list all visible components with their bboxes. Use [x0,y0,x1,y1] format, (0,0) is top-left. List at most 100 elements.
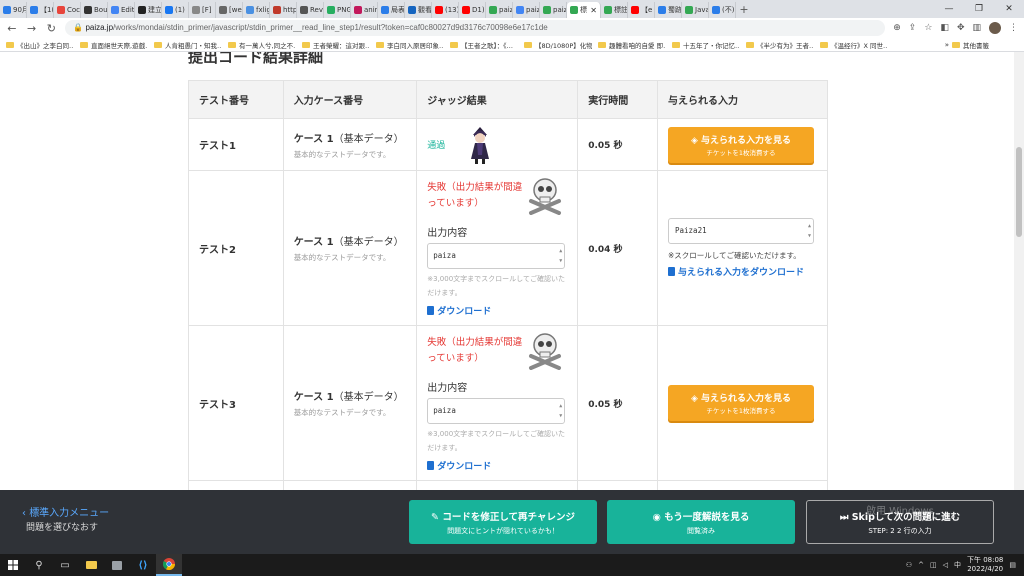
back-icon[interactable]: ← [6,22,18,35]
browser-tab[interactable]: Bou [81,2,108,18]
search-icon[interactable]: ⚲ [26,554,52,576]
scroll-arrows-icon[interactable]: ▲ ▼ [808,221,811,241]
bookmark-item[interactable]: 王者榮耀：這对跟… [302,40,370,50]
chevron-up-icon[interactable]: ^ [918,561,924,569]
notification-icon[interactable]: ▤ [1009,561,1016,569]
browser-tab[interactable]: http [270,2,297,18]
scroll-arrows-icon[interactable]: ▲ ▼ [559,401,562,421]
store-icon[interactable] [104,554,130,576]
bookmark-item[interactable]: 十五年了・你记忆… [672,40,740,50]
zoom-icon[interactable]: ⊕ [893,23,901,33]
bookmark-item[interactable]: 《温经行》X 同世… [820,40,888,50]
browser-tab[interactable]: [we [216,2,243,18]
new-tab-button[interactable]: + [736,2,752,18]
download-output-link[interactable]: ダウンロード [427,304,577,317]
browser-tab[interactable]: (不) [709,2,736,18]
browser-tab[interactable]: 【1( [27,2,54,18]
download-input-link[interactable]: 与えられる入力をダウンロード [668,265,827,278]
bookmark-item[interactable]: 【8D/1080P】化物… [524,40,592,50]
bookmark-item[interactable]: 《半少有为》王者… [746,40,814,50]
stdin-menu-link[interactable]: ‹ 標準入力メニュー [22,504,109,519]
menu-icon[interactable]: ⋮ [1009,23,1018,33]
view-input-button[interactable]: ◈ 与えられる入力を見る チケットを1枚消費する [668,126,814,163]
browser-tab[interactable]: D1) [459,2,486,18]
windows-start-icon[interactable] [0,554,26,576]
table-row: テスト3 ケース 1（基本データ） 基本的なテストデータです。 失敗（出力結果が… [188,325,828,481]
other-bookmarks[interactable]: » 其他書籤 [945,40,1024,50]
tab-close-icon[interactable]: ✕ [590,6,597,15]
browser-tab[interactable]: paiz [513,2,540,18]
bookmark-label: 《温经行》X 同世… [831,41,888,50]
download-label: ダウンロード [437,461,492,472]
browser-tab[interactable]: (13) [432,2,459,18]
bookmark-item[interactable]: 《出山》之李白同… [6,40,74,50]
bookmark-item[interactable]: 有一萬人兮,同之不… [228,40,296,50]
browser-tab[interactable]: 【e [628,2,655,18]
scrollbar-thumb[interactable] [1016,147,1022,237]
star-icon[interactable]: ☆ [924,23,932,33]
close-icon[interactable]: ✕ [994,0,1024,18]
retry-button[interactable]: ✎ コードを修正して再チャレンジ 問題文にヒントが隠れているかも！ [409,500,597,544]
tab-label: D1) [472,6,485,14]
browser-tab[interactable]: Coc [54,2,81,18]
restore-icon[interactable]: ❐ [964,0,994,18]
download-output-link[interactable]: ダウンロード [427,459,577,472]
forward-icon[interactable]: → [26,22,38,35]
browser-tab[interactable]: anir [351,2,378,18]
task-view-icon[interactable]: ▭ [52,554,78,576]
chrome-icon[interactable] [156,554,182,576]
browser-tab[interactable]: 90月 [0,2,27,18]
bookmark-item[interactable]: 【王者之歌】：《… [450,40,518,50]
browser-tab[interactable]: [F] [189,2,216,18]
output-textarea[interactable]: paiza ▲ ▼ [427,397,566,424]
bookmark-icon [228,41,236,48]
clock[interactable]: 下午 08:08 2022/4/20 [967,556,1003,574]
network-icon[interactable]: ◫ [930,561,937,569]
minimize-icon[interactable]: — [934,0,964,18]
share-icon[interactable]: ⇪ [909,23,917,33]
page-scrollbar[interactable] [1014,52,1024,490]
browser-tab[interactable]: 建立 [135,2,162,18]
browser-tab[interactable]: 觀看 [405,2,432,18]
browser-tab[interactable]: (1) [162,2,189,18]
browser-tab[interactable]: 局表 [378,2,405,18]
browser-tab[interactable]: paiz [540,2,567,18]
browser-tab[interactable]: fxlig [243,2,270,18]
browser-tab[interactable]: 標註 [601,2,628,18]
ime-icon[interactable]: 中 [954,560,961,570]
volume-icon[interactable]: ◁ [943,561,948,569]
browser-tab[interactable]: 蜀跡 [655,2,682,18]
tab-favicon-icon [543,6,551,14]
vscode-icon[interactable]: ⟨⟩ [130,554,156,576]
profile-avatar[interactable] [989,22,1001,34]
browser-tab[interactable]: PNG [324,2,351,18]
bookmark-item[interactable]: 直面絕世天際,遊戲… [80,40,148,50]
exec-time: 0.05 秒 [588,399,623,410]
given-input-textarea[interactable]: Paiza21 ▲ ▼ [668,218,814,244]
url-path: /works/mondai/stdin_primer/javascript/st… [113,23,548,32]
exec-time: 0.04 秒 [588,244,623,255]
extensions-icon[interactable]: ✥ [957,23,965,33]
browser-tab[interactable]: Edit [108,2,135,18]
sidepanel-icon[interactable]: ▥ [972,23,981,33]
bookmark-item[interactable]: 李白同入原居印象… [376,40,444,50]
bookmark-item[interactable]: 人肯粗愚门・知我… [154,40,222,50]
browser-tab[interactable]: paiz [486,2,513,18]
tab-label: Rev [310,6,323,14]
browser-tab-active[interactable]: 標 ✕ [567,2,601,18]
view-input-button[interactable]: ◈ 与えられる入力を見る チケットを1枚消費する [668,385,814,421]
people-icon[interactable]: ⚇ [906,561,912,569]
table-header-row: テスト番号 入力ケース番号 ジャッジ結果 実行時間 与えられる入力 [188,80,828,119]
browser-tab[interactable]: Rev [297,2,324,18]
tab-label: 觀看 [418,6,432,14]
translate-icon[interactable]: ◧ [940,23,949,33]
browser-tab[interactable]: Java [682,2,709,18]
scroll-arrows-icon[interactable]: ▲ ▼ [559,246,562,266]
reload-icon[interactable]: ↻ [46,22,58,35]
bookmark-item[interactable]: 趣體看咱的自愛 即… [598,40,666,50]
file-explorer-icon[interactable] [78,554,104,576]
url-field[interactable]: 🔒 paiza.jp/works/mondai/stdin_primer/jav… [65,20,886,36]
output-textarea[interactable]: paiza ▲ ▼ [427,242,566,269]
clock-date: 2022/4/20 [967,565,1004,573]
review-explanation-button[interactable]: ◉ もう一度解説を見る 閲覧済み [607,500,795,544]
